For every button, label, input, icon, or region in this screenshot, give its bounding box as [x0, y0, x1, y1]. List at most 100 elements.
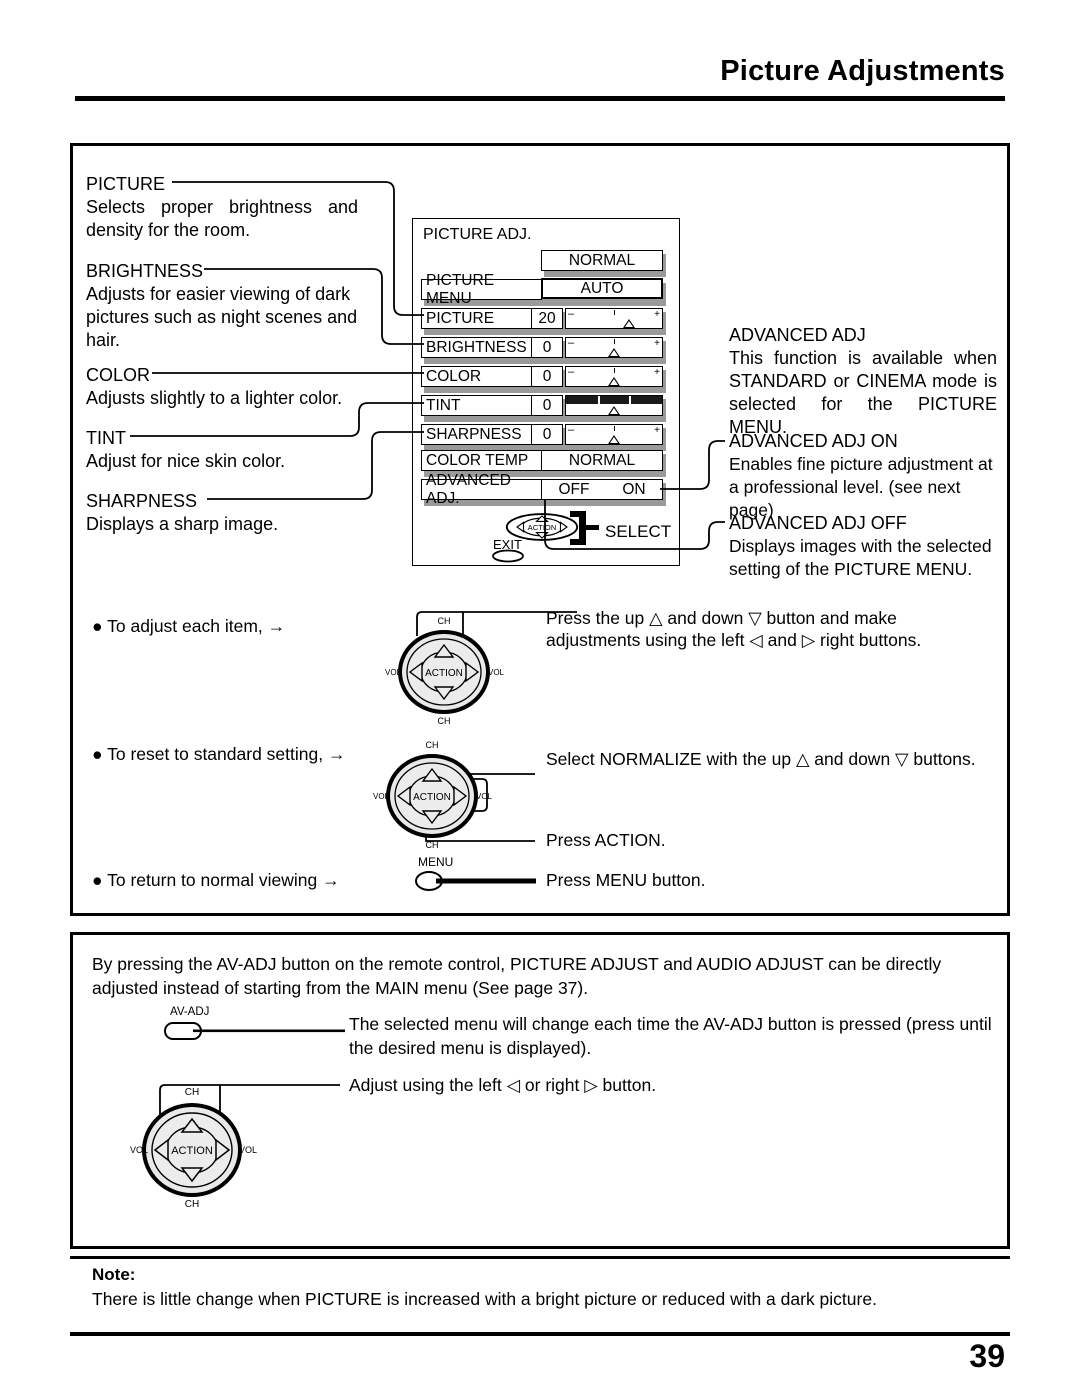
svg-text:VOL: VOL [239, 1145, 257, 1155]
slider-thumb-triangle[interactable] [608, 348, 620, 357]
pad-vol-right: VOL [488, 668, 505, 677]
osd-value-tint[interactable]: 0 [531, 395, 563, 416]
step-2-instruction: Select NORMALIZE with the up △ and down … [546, 749, 976, 769]
slider-thumb-triangle[interactable] [608, 435, 620, 444]
action-pad-step-1[interactable]: CH ACTION VOL VOL CH [383, 612, 505, 727]
slider-thumb-triangle[interactable] [623, 319, 636, 328]
slider-minus-label: – [568, 337, 575, 349]
osd-label-picture: PICTURE [421, 308, 532, 329]
slider-minus-label: – [568, 308, 575, 320]
step-1-instruction: Press the up △ and down ▽ button and mak… [546, 608, 922, 650]
note-label: Note: [92, 1265, 136, 1284]
osd-value-sharpness[interactable]: 0 [531, 424, 563, 445]
osd-picture-adjust-menu: PICTURE ADJ. NORMAL PICTURE MENU AUTO PI… [412, 218, 680, 566]
avadj-button-label: AV-ADJ [170, 1006, 210, 1018]
osd-picture-menu-value[interactable]: AUTO [541, 278, 663, 299]
osd-slider-picture[interactable]: – + [565, 308, 663, 329]
title-underline [75, 96, 1005, 101]
note-divider-bottom [70, 1332, 1010, 1336]
step-2-label: To reset to standard setting, [107, 744, 324, 764]
left-label-tint: TINT [86, 428, 126, 448]
slider-plus-label: + [654, 309, 660, 320]
svg-text:CH: CH [426, 740, 439, 750]
slider-plus-label: + [654, 367, 660, 378]
osd-advanced-adj-on[interactable]: ON [622, 481, 645, 499]
step-2-text: ● To reset to standard setting, → [92, 744, 345, 765]
osd-value-color[interactable]: 0 [531, 366, 563, 387]
osd-value-picture[interactable]: 20 [531, 308, 563, 329]
svg-text:CH: CH [185, 1087, 199, 1098]
select-bracket [570, 511, 599, 545]
step-2-arrow: → [327, 744, 346, 764]
osd-slider-color[interactable]: – + [565, 366, 663, 387]
step-3-text: ● To return to normal viewing → [92, 870, 340, 891]
slider-center-tick [614, 310, 616, 315]
step-3-bullet: ● [92, 870, 103, 890]
osd-slider-brightness[interactable]: – + [565, 337, 663, 358]
page-title: Picture Adjustments [720, 55, 1005, 87]
step-1-text: ● To adjust each item, → [92, 616, 285, 637]
osd-slider-tint[interactable] [565, 395, 663, 416]
right-desc-advanced-adj-off: Displays images with the selected settin… [729, 536, 992, 579]
page-number: 39 [969, 1338, 1005, 1374]
slider-plus-label: + [654, 338, 660, 349]
step-2-bullet: ● [92, 744, 103, 764]
step-3-label: To return to normal viewing [107, 870, 318, 890]
osd-label-sharpness: SHARPNESS [421, 424, 532, 445]
svg-text:CH: CH [185, 1199, 199, 1210]
note-divider-top [70, 1256, 1010, 1259]
step-3-arrow: → [322, 870, 340, 890]
step-2-instruction-2: Press ACTION. [546, 830, 666, 850]
menu-button-icon[interactable] [414, 868, 539, 894]
slider-thumb-triangle[interactable] [608, 406, 620, 415]
slider-minus-label: – [568, 424, 575, 436]
slider-minus-label: – [568, 366, 575, 378]
svg-text:VOL: VOL [476, 792, 493, 801]
left-label-sharpness: SHARPNESS [86, 491, 198, 511]
bottom-intro: By pressing the AV-ADJ button on the rem… [92, 954, 942, 998]
step-1-arrow: → [267, 616, 286, 636]
pad-ch-top: CH [438, 616, 451, 626]
svg-text:ACTION: ACTION [171, 1145, 213, 1157]
left-desc-tint: Adjust for nice skin color. [86, 451, 286, 471]
bottom-line-1: The selected menu will change each time … [349, 1014, 992, 1058]
osd-value-brightness[interactable]: 0 [531, 337, 563, 358]
step-3-instruction: Press MENU button. [546, 870, 706, 890]
slider-center-tick [614, 368, 616, 373]
svg-text:ACTION: ACTION [528, 523, 557, 532]
step-1-label: To adjust each item, [107, 616, 263, 636]
right-desc-advanced-adj: This function is available when STANDARD… [729, 348, 997, 437]
step-1-bullet: ● [92, 616, 103, 636]
slider-center-tick [614, 339, 616, 344]
pad-ch-bottom: CH [438, 716, 451, 726]
osd-slider-sharpness[interactable]: – + [565, 424, 663, 445]
osd-advanced-adj-label: ADVANCED ADJ. [421, 472, 542, 507]
osd-normal-button[interactable]: NORMAL [541, 250, 663, 271]
slider-center-tick [614, 426, 616, 431]
right-desc-advanced-adj-on: Enables fine picture adjustment at a pro… [729, 454, 993, 520]
menu-button-label: MENU [418, 855, 454, 869]
slider-segment [629, 396, 632, 404]
left-desc-brightness: Adjusts for easier viewing of dark pictu… [86, 284, 358, 350]
bottom-line-2: Adjust using the left ◁ or right ▷ butto… [349, 1075, 657, 1095]
osd-label-color: COLOR [421, 366, 532, 387]
pad-action-label: ACTION [425, 668, 463, 679]
manual-page: Picture Adjustments PICTURE Selects prop… [0, 0, 1080, 1397]
left-desc-color: Adjusts slightly to a lighter color. [86, 388, 343, 408]
action-pad-step-2[interactable]: CH ACTION VOL VOL CH [371, 736, 493, 851]
left-desc-picture: Selects proper brightness and density fo… [86, 197, 358, 240]
avadj-button-icon[interactable] [163, 1019, 348, 1043]
note-text: There is little change when PICTURE is i… [92, 1289, 877, 1309]
left-label-color: COLOR [86, 365, 151, 385]
slider-fill-bar [566, 396, 662, 404]
left-desc-sharpness: Displays a sharp image. [86, 514, 279, 534]
osd-advanced-adj-off[interactable]: OFF [558, 481, 589, 499]
left-label-picture: PICTURE [86, 174, 166, 194]
slider-thumb-triangle[interactable] [608, 377, 620, 386]
exit-button-icon[interactable] [491, 549, 525, 563]
left-label-brightness: BRIGHTNESS [86, 261, 204, 281]
osd-label-brightness: BRIGHTNESS [421, 337, 532, 358]
action-pad-bottom[interactable]: CH ACTION VOL VOL CH [130, 1082, 260, 1212]
osd-color-temp-value[interactable]: NORMAL [541, 450, 663, 471]
pad-vol-left: VOL [385, 668, 402, 677]
